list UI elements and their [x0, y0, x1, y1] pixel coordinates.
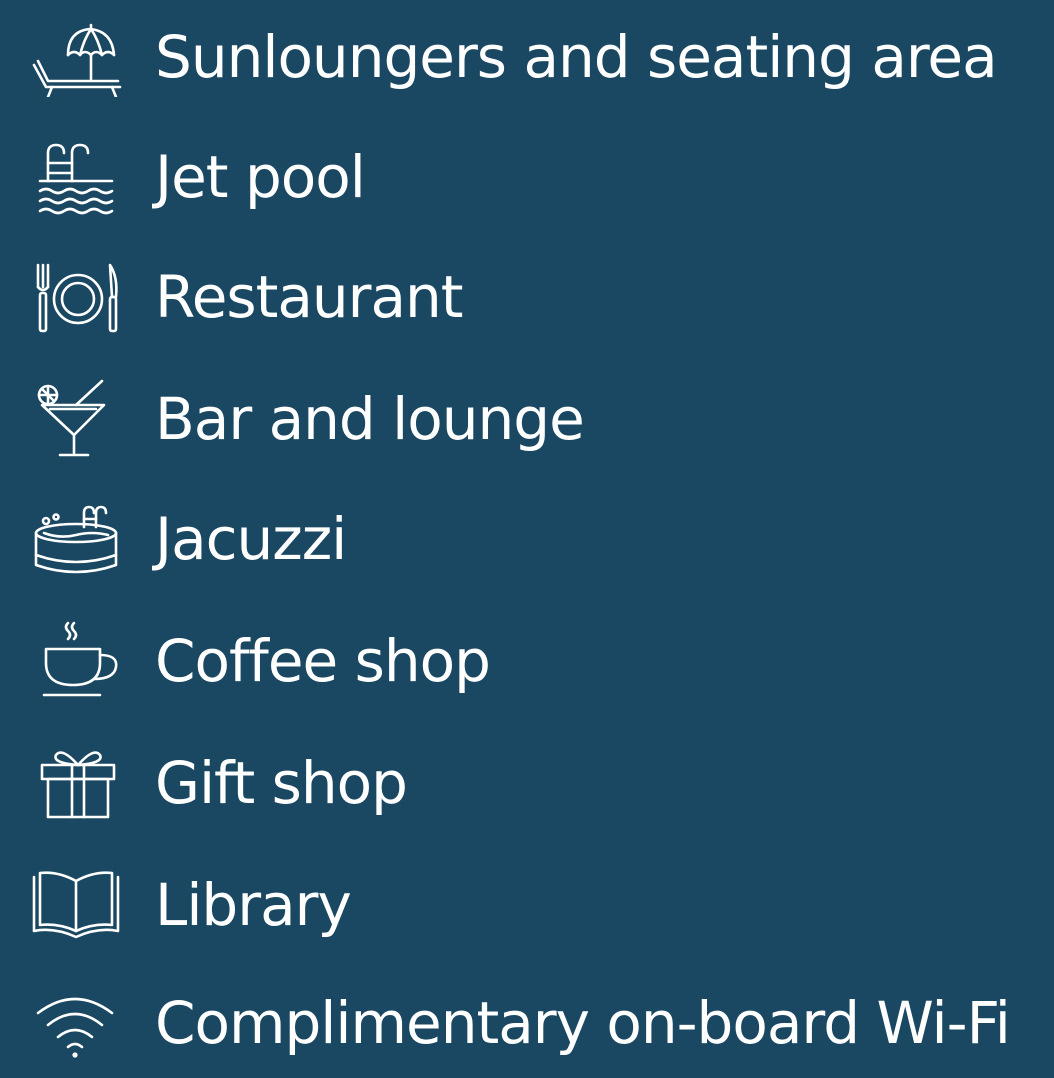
amenity-label: Jacuzzi: [155, 505, 347, 573]
amenity-label: Restaurant: [155, 263, 464, 331]
hot-tub-icon: [28, 499, 124, 579]
amenity-item-wifi: Complimentary on-board Wi-Fi: [0, 968, 1054, 1078]
amenity-label: Bar and lounge: [155, 385, 585, 453]
amenity-item-jet-pool: Jet pool: [0, 122, 1054, 232]
coffee-cup-icon: [28, 621, 124, 701]
amenity-label: Complimentary on-board Wi-Fi: [155, 989, 1011, 1057]
amenity-item-library: Library: [0, 850, 1054, 960]
amenity-label: Gift shop: [155, 749, 408, 817]
pool-ladder-icon: [28, 137, 124, 217]
amenity-item-sunloungers: Sunloungers and seating area: [0, 2, 1054, 112]
amenity-label: Coffee shop: [155, 627, 491, 695]
amenity-item-coffee-shop: Coffee shop: [0, 606, 1054, 716]
open-book-icon: [28, 865, 124, 945]
cocktail-glass-icon: [28, 379, 124, 459]
amenity-item-restaurant: Restaurant: [0, 242, 1054, 352]
amenity-label: Library: [155, 871, 352, 939]
plate-cutlery-icon: [28, 257, 124, 337]
gift-box-icon: [28, 743, 124, 823]
amenity-item-jacuzzi: Jacuzzi: [0, 484, 1054, 594]
wifi-icon: [28, 983, 124, 1063]
amenities-list: Sunloungers and seating area Jet pool Re…: [0, 0, 1054, 1073]
amenity-label: Sunloungers and seating area: [155, 23, 998, 91]
amenity-item-bar-lounge: Bar and lounge: [0, 364, 1054, 474]
sunlounger-umbrella-icon: [28, 17, 124, 97]
amenity-item-gift-shop: Gift shop: [0, 728, 1054, 838]
amenity-label: Jet pool: [155, 143, 366, 211]
